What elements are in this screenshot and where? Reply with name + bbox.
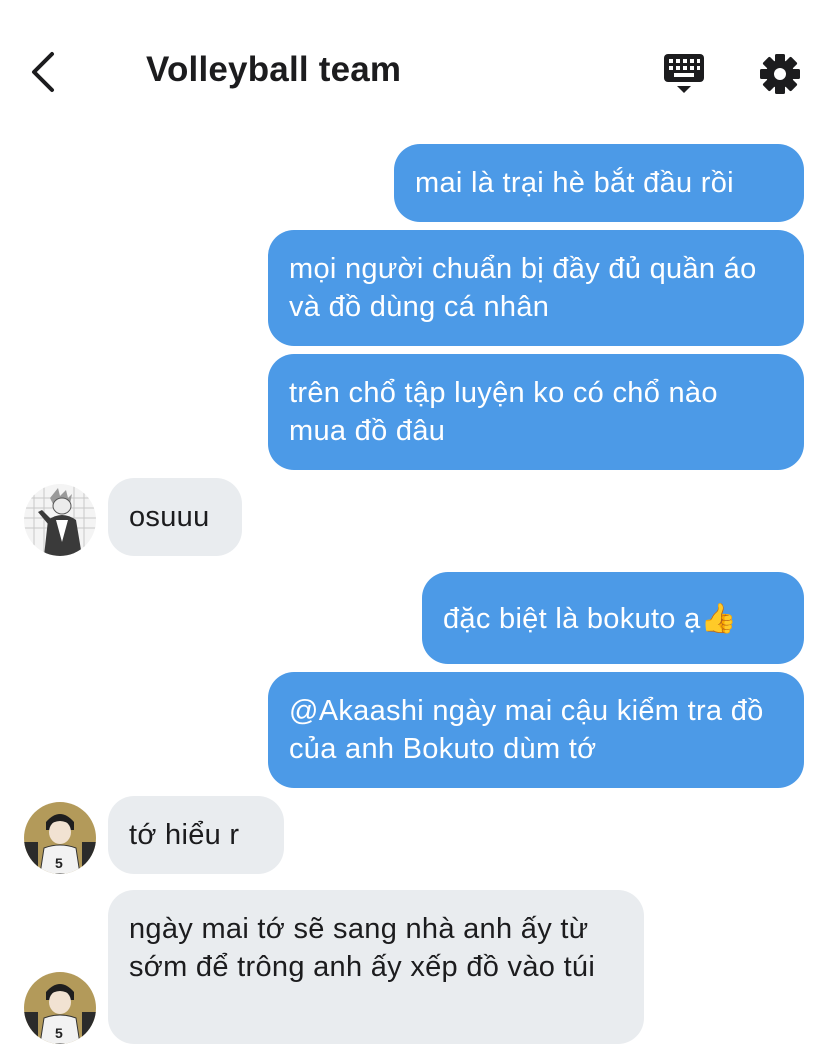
- message-text: tớ hiểu r: [129, 819, 240, 851]
- avatar-akaashi[interactable]: 5: [24, 972, 96, 1044]
- message-text: @Akaashi ngày mai cậu kiểm tra đồ của an…: [289, 695, 764, 765]
- keyboard-button[interactable]: [660, 52, 708, 96]
- settings-button[interactable]: [758, 52, 802, 96]
- avatar-akaashi[interactable]: 5: [24, 802, 96, 874]
- message-text: mai là trại hè bắt đầu rồi: [415, 167, 734, 199]
- message-bubble-outgoing[interactable]: @Akaashi ngày mai cậu kiểm tra đồ của an…: [268, 672, 804, 788]
- message-text: đặc biệt là bokuto ạ: [443, 603, 701, 635]
- message-bubble-incoming[interactable]: osuuu: [108, 478, 242, 556]
- message-bubble-outgoing[interactable]: mọi người chuẩn bị đầy đủ quần áo và đồ …: [268, 230, 804, 346]
- message-text: mọi người chuẩn bị đầy đủ quần áo và đồ …: [289, 253, 757, 323]
- message-bubble-outgoing[interactable]: mai là trại hè bắt đầu rồi: [394, 144, 804, 222]
- avatar-bokuto[interactable]: [24, 484, 96, 556]
- chat-title: Volleyball team: [146, 50, 402, 89]
- message-text: osuuu: [129, 501, 210, 533]
- chevron-left-icon: [32, 52, 54, 92]
- thumbs-up-icon: 👍: [700, 603, 737, 635]
- keyboard-icon: [664, 54, 704, 93]
- message-bubble-incoming[interactable]: tớ hiểu r: [108, 796, 284, 874]
- message-bubble-incoming[interactable]: ngày mai tớ sẽ sang nhà anh ấy từ sớm để…: [108, 890, 644, 1044]
- message-text: trên chổ tập luyện ko có chổ nào mua đồ …: [289, 377, 718, 447]
- chat-header: Volleyball team: [0, 0, 828, 140]
- gear-icon: [760, 54, 800, 94]
- svg-text:5: 5: [55, 1025, 63, 1041]
- message-bubble-outgoing[interactable]: đặc biệt là bokuto ạ👍: [422, 572, 804, 664]
- back-button[interactable]: [24, 48, 68, 96]
- avatar-bokuto-image: [24, 484, 96, 556]
- svg-text:5: 5: [55, 855, 63, 871]
- avatar-akaashi-image: 5: [24, 802, 96, 874]
- message-bubble-outgoing[interactable]: trên chổ tập luyện ko có chổ nào mua đồ …: [268, 354, 804, 470]
- message-text: ngày mai tớ sẽ sang nhà anh ấy từ sớm để…: [129, 913, 596, 983]
- avatar-akaashi-image: 5: [24, 972, 96, 1044]
